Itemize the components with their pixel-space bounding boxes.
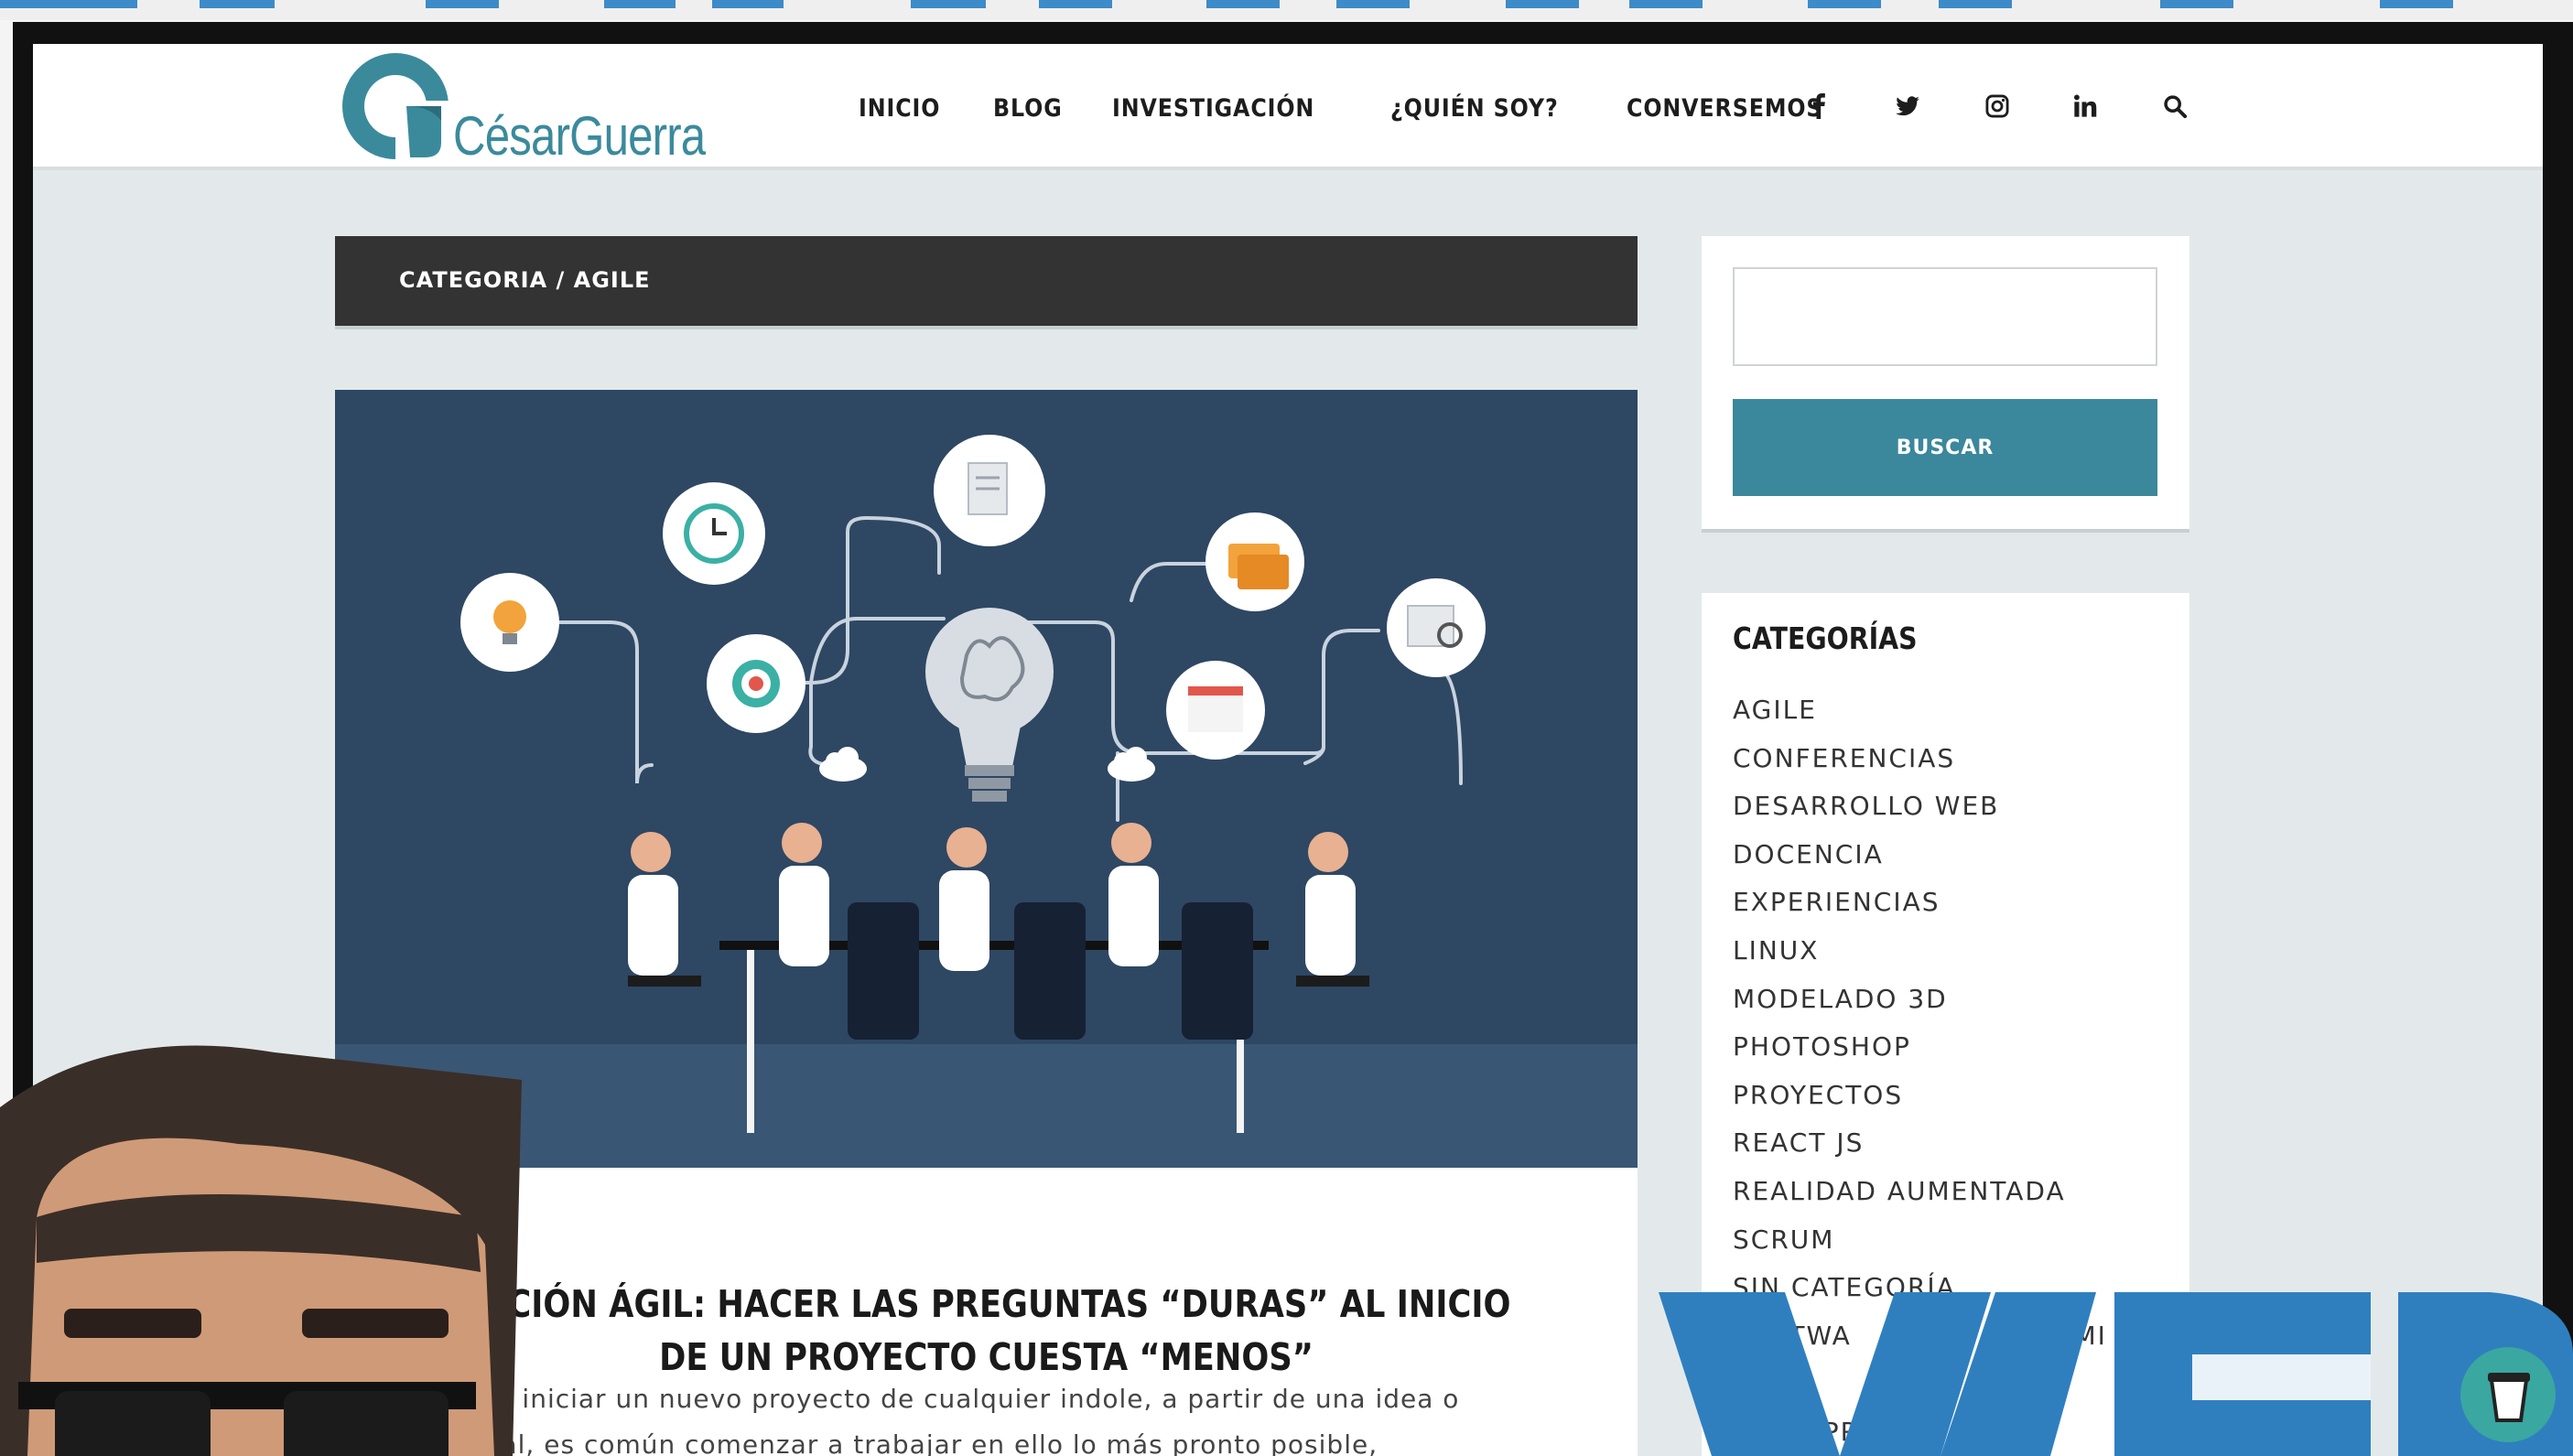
- breadcrumb-bar: CATEGORIA / AGILE: [335, 236, 1638, 326]
- categories-heading: CATEGORÍAS: [1733, 620, 1918, 656]
- credit-card-icon-circle: [1205, 512, 1304, 611]
- idea-icon-circle: [460, 573, 559, 672]
- clock-icon-circle: [663, 482, 765, 585]
- post-title[interactable]: EPCIÓN ÁGIL: HACER LAS PREGUNTAS “DURAS”…: [458, 1278, 1515, 1384]
- category-fragment[interactable]: S: [2168, 1321, 2186, 1351]
- search-input[interactable]: [1733, 267, 2157, 366]
- category-item[interactable]: PHOTOSHOP: [1733, 1023, 2186, 1072]
- post-excerpt-line-1: ender o iniciar un nuevo proyecto de cua…: [408, 1384, 1460, 1414]
- category-item[interactable]: EXPERIENCIAS: [1733, 879, 2186, 927]
- linkedin-icon[interactable]: [2067, 88, 2103, 124]
- coffee-cup-icon: [2488, 1373, 2530, 1422]
- category-item[interactable]: WORDPR: [1733, 1408, 2186, 1456]
- post-featured-image[interactable]: [335, 390, 1638, 1168]
- category-item[interactable]: CONFERENCIAS: [1733, 735, 2186, 783]
- post-excerpt: ender o iniciar un nuevo proyecto de cua…: [408, 1376, 1598, 1456]
- top-decorative-strip: [0, 0, 2573, 20]
- nav-conversemos[interactable]: CONVERSEMOS: [1627, 94, 1822, 123]
- category-item[interactable]: REACT JS: [1733, 1119, 2186, 1168]
- nav-investigacion[interactable]: INVESTIGACIÓN: [1112, 94, 1314, 123]
- facebook-icon[interactable]: [1801, 88, 1838, 124]
- search-doc-icon-circle: [1387, 578, 1486, 677]
- category-item[interactable]: DESARROLLO WEB: [1733, 782, 2186, 831]
- search-icon[interactable]: [2157, 88, 2193, 124]
- category-fragment[interactable]: SOFTWA: [1733, 1321, 1852, 1351]
- category-item[interactable]: SOFTWA ERRAMI S: [1733, 1312, 2186, 1361]
- categories-widget: CATEGORÍAS AGILE CONFERENCIAS DESARROLLO…: [1702, 593, 2189, 1456]
- document-icon-circle: [934, 435, 1045, 546]
- calendar-icon-circle: [1166, 661, 1265, 760]
- post-card: EPCIÓN ÁGIL: HACER LAS PREGUNTAS “DURAS”…: [335, 390, 1638, 1456]
- category-item[interactable]: REALIDAD AUMENTADA: [1733, 1168, 2186, 1216]
- post-title-line-1[interactable]: EPCIÓN ÁGIL: HACER LAS PREGUNTAS “DURAS”…: [461, 1282, 1510, 1326]
- breadcrumb: CATEGORIA / AGILE: [399, 267, 651, 293]
- browser-viewport: CésarGuerra INICIO BLOG INVESTIGACIÓN ¿Q…: [33, 44, 2543, 1456]
- category-fragment[interactable]: ERRAMI: [1998, 1321, 2107, 1351]
- categories-list: AGILE CONFERENCIAS DESARROLLO WEB DOCENC…: [1733, 686, 2186, 1456]
- nav-quien-soy[interactable]: ¿QUIÉN SOY?: [1390, 94, 1559, 123]
- category-item[interactable]: LINUX: [1733, 927, 2186, 976]
- instagram-icon[interactable]: [1979, 88, 2016, 124]
- buy-me-coffee-button[interactable]: [2460, 1347, 2556, 1442]
- category-item[interactable]: SIN CATEGORÍA: [1733, 1264, 2186, 1312]
- category-item[interactable]: TIPS: [1733, 1360, 2186, 1408]
- main-nav: INICIO BLOG INVESTIGACIÓN ¿QUIÉN SOY? CO…: [859, 88, 1849, 128]
- logo-text[interactable]: CésarGuerra: [453, 104, 706, 167]
- category-item[interactable]: SCRUM: [1733, 1216, 2186, 1265]
- teamwork-illustration: [335, 390, 1638, 1168]
- category-item[interactable]: MODELADO 3D: [1733, 976, 2186, 1024]
- site-header: CésarGuerra INICIO BLOG INVESTIGACIÓN ¿Q…: [33, 44, 2543, 170]
- search-button[interactable]: BUSCAR: [1733, 399, 2157, 496]
- nav-inicio[interactable]: INICIO: [859, 94, 940, 123]
- target-icon-circle: [707, 634, 805, 733]
- search-widget: BUSCAR: [1702, 236, 2189, 529]
- category-item[interactable]: AGILE: [1733, 686, 2186, 735]
- post-excerpt-line-2: to inicial, es común comenzar a trabajar…: [408, 1429, 1378, 1456]
- twitter-icon[interactable]: [1889, 88, 1926, 124]
- nav-blog[interactable]: BLOG: [993, 94, 1063, 123]
- category-item[interactable]: DOCENCIA: [1733, 831, 2186, 879]
- category-item[interactable]: PROYECTOS: [1733, 1072, 2186, 1120]
- post-title-line-2[interactable]: DE UN PROYECTO CUESTA “MENOS”: [659, 1335, 1314, 1379]
